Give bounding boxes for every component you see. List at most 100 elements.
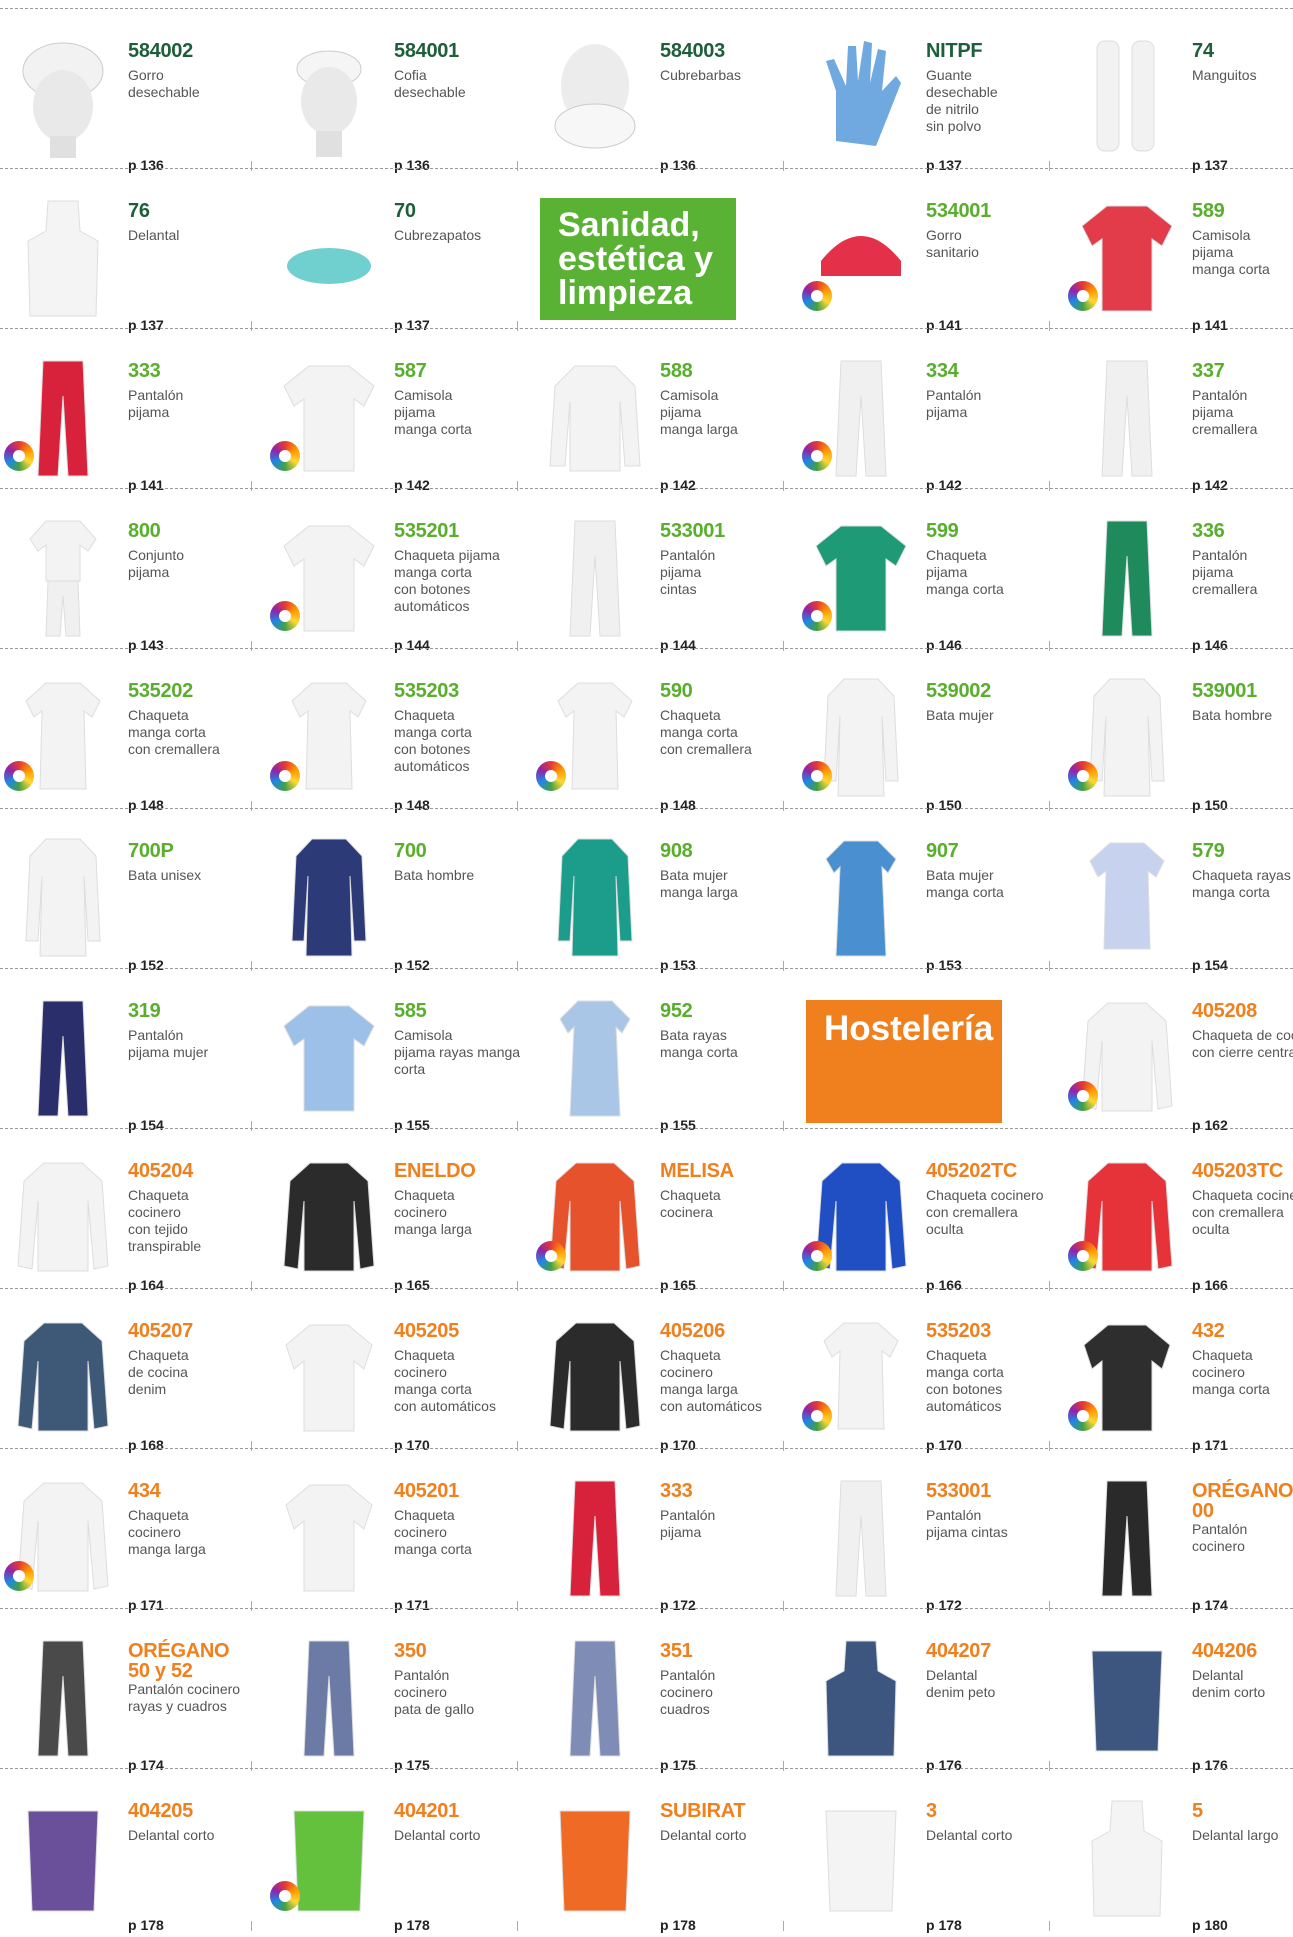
- product-description: Manguitos: [1192, 67, 1257, 83]
- product-card[interactable]: 539002 Bata mujer p 150: [798, 649, 1064, 813]
- catalog-row: 333 Pantalón pijama p 141 587 Camisola pijam…: [0, 328, 1293, 493]
- product-card[interactable]: MELISA Chaqueta cocinera p 165: [532, 1129, 798, 1293]
- product-card[interactable]: 70 Cubrezapatos p 137: [266, 169, 532, 333]
- product-description: Chaqueta de cocina denim: [128, 1347, 189, 1397]
- product-card[interactable]: 405202TC Chaqueta cocinero con cremallera…: [798, 1129, 1064, 1293]
- color-options-icon: [270, 601, 300, 631]
- product-card[interactable]: 800 Conjunto pijama p 143: [0, 489, 266, 653]
- product-card[interactable]: 535203 Chaqueta manga corta con botones a…: [798, 1289, 1064, 1453]
- product-card[interactable]: 908 Bata mujer manga larga p 153: [532, 809, 798, 973]
- product-card[interactable]: 907 Bata mujer manga corta p 153: [798, 809, 1064, 973]
- product-card[interactable]: 404205 Delantal corto p 178: [0, 1769, 266, 1933]
- product-code: 533001: [660, 520, 725, 542]
- product-card[interactable]: 952 Bata rayas manga corta p 155: [532, 969, 798, 1133]
- product-card[interactable]: 533001 Pantalón pijama cintas p 144: [532, 489, 798, 653]
- product-card[interactable]: 432 Chaqueta cocinero manga corta p 171: [1064, 1289, 1293, 1453]
- product-card[interactable]: 534001 Gorro sanitario p 141: [798, 169, 1064, 333]
- product-card[interactable]: ENELDO Chaqueta cocinero manga larga p 165: [266, 1129, 532, 1293]
- product-card[interactable]: 579 Chaqueta rayas manga corta p 154: [1064, 809, 1293, 973]
- product-card[interactable]: ORÉGANO 50 y 52 Pantalón cocinero rayas y…: [0, 1609, 266, 1773]
- product-card[interactable]: 584003 Cubrebarbas p 136: [532, 9, 798, 173]
- product-card[interactable]: 587 Camisola pijama manga corta p 142: [266, 329, 532, 493]
- product-card[interactable]: 405205 Chaqueta cocinero manga corta con …: [266, 1289, 532, 1453]
- product-card[interactable]: 405206 Chaqueta cocinero manga larga con …: [532, 1289, 798, 1453]
- column-divider: [251, 1921, 252, 1931]
- product-card[interactable]: 350 Pantalón cocinero pata de gallo p 175: [266, 1609, 532, 1773]
- trousers-icon: [540, 511, 650, 641]
- product-card[interactable]: 351 Pantalón cocinero cuadros p 175: [532, 1609, 798, 1773]
- apron-icon: [1072, 1791, 1182, 1921]
- product-card[interactable]: 334 Pantalón pijama p 142: [798, 329, 1064, 493]
- product-description: Chaqueta cocinero con tejido transpirabl…: [128, 1187, 202, 1254]
- trousers-icon: [1072, 511, 1182, 641]
- product-card[interactable]: 336 Pantalón pijama cremallera p 146: [1064, 489, 1293, 653]
- product-code: 404205: [128, 1800, 193, 1822]
- head-cap-icon: [274, 31, 384, 161]
- product-description: Pantalón cocinero pata de gallo: [394, 1667, 475, 1717]
- product-card[interactable]: 700P Bata unisex p 152: [0, 809, 266, 973]
- product-card[interactable]: 5 Delantal largo p 180: [1064, 1769, 1293, 1933]
- product-code: 599: [926, 520, 959, 542]
- product-code: ORÉGANO 50 y 52: [128, 1640, 230, 1682]
- product-code: 333: [660, 1480, 693, 1502]
- product-card[interactable]: 405208 Chaqueta de coci con cierre centra…: [1064, 969, 1293, 1133]
- product-description: Chaqueta manga corta con botones automát…: [394, 707, 472, 774]
- product-card[interactable]: 405203TC Chaqueta cociner con cremallera …: [1064, 1129, 1293, 1293]
- product-card[interactable]: 535202 Chaqueta manga corta con cremaller…: [0, 649, 266, 813]
- product-card[interactable]: 700 Bata hombre p 152: [266, 809, 532, 973]
- product-card[interactable]: NITPF Guante desechable de nitrilo sin po…: [798, 9, 1064, 173]
- product-card[interactable]: 535201 Chaqueta pijama manga corta con bo…: [266, 489, 532, 653]
- product-description: Chaqueta cocinero con cremallera oculta: [926, 1187, 1044, 1237]
- product-description: Pantalón pijama: [660, 1507, 716, 1540]
- catalog-row: 405204 Chaqueta cocinero con tejido trans…: [0, 1128, 1293, 1293]
- catalog-row: 404205 Delantal corto p 178 404201 Delantal …: [0, 1768, 1293, 1933]
- product-card[interactable]: 404207 Delantal denim peto p 176: [798, 1609, 1064, 1773]
- product-card[interactable]: 590 Chaqueta manga corta con cremallera p …: [532, 649, 798, 813]
- trousers-icon: [540, 1471, 650, 1601]
- product-card[interactable]: 405201 Chaqueta cocinero manga corta p 171: [266, 1449, 532, 1613]
- product-card[interactable]: 404201 Delantal corto p 178: [266, 1769, 532, 1933]
- product-card[interactable]: 337 Pantalón pijama cremallera p 142: [1064, 329, 1293, 493]
- color-options-icon: [270, 441, 300, 471]
- product-code: 584002: [128, 40, 193, 62]
- lab-coat-icon: [274, 831, 384, 961]
- product-card[interactable]: 333 Pantalón pijama p 172: [532, 1449, 798, 1613]
- page-reference: p 178: [394, 1917, 430, 1933]
- product-code: 533001: [926, 1480, 991, 1502]
- product-card[interactable]: 405204 Chaqueta cocinero con tejido trans…: [0, 1129, 266, 1293]
- product-code: 334: [926, 360, 959, 382]
- product-code: ORÉGANO 00: [1192, 1480, 1293, 1522]
- product-card[interactable]: 404206 Delantal denim corto p 176: [1064, 1609, 1293, 1773]
- product-card[interactable]: 405207 Chaqueta de cocina denim p 168: [0, 1289, 266, 1453]
- product-card[interactable]: 585 Camisola pijama rayas manga corta p 15…: [266, 969, 532, 1133]
- product-card[interactable]: SUBIRAT Delantal corto p 178: [532, 1769, 798, 1933]
- product-card[interactable]: 76 Delantal p 137: [0, 169, 266, 333]
- product-code: 589: [1192, 200, 1225, 222]
- product-card[interactable]: 584002 Gorro desechable p 136: [0, 9, 266, 173]
- product-card[interactable]: 319 Pantalón pijama mujer p 154: [0, 969, 266, 1133]
- color-options-icon: [1068, 1081, 1098, 1111]
- product-card[interactable]: 533001 Pantalón pijama cintas p 172: [798, 1449, 1064, 1613]
- column-divider: [1049, 1921, 1050, 1931]
- product-description: Chaqueta rayas manga corta: [1192, 867, 1291, 900]
- product-card[interactable]: 333 Pantalón pijama p 141: [0, 329, 266, 493]
- waist-apron-icon: [8, 1791, 118, 1921]
- product-card[interactable]: 589 Camisola pijama manga corta p 141: [1064, 169, 1293, 333]
- product-description: Chaqueta de coci con cierre centra: [1192, 1027, 1293, 1060]
- chef-jacket-short-icon: [274, 1311, 384, 1441]
- product-card[interactable]: 74 Manguitos p 137: [1064, 9, 1293, 173]
- dress-coat-icon: [806, 831, 916, 961]
- product-card[interactable]: 599 Chaqueta pijama manga corta p 146: [798, 489, 1064, 653]
- product-description: Cubrebarbas: [660, 67, 741, 83]
- product-card[interactable]: 535203 Chaqueta manga corta con botones a…: [266, 649, 532, 813]
- product-card[interactable]: 584001 Cofia desechable p 136: [266, 9, 532, 173]
- trousers-icon: [540, 1631, 650, 1761]
- product-card[interactable]: ORÉGANO 00 Pantalón cocinero p 174: [1064, 1449, 1293, 1613]
- color-options-icon: [1068, 1401, 1098, 1431]
- product-card[interactable]: 588 Camisola pijama manga larga p 142: [532, 329, 798, 493]
- product-card[interactable]: 3 Delantal corto p 178: [798, 1769, 1064, 1933]
- product-code: 590: [660, 680, 693, 702]
- product-code: 405201: [394, 1480, 459, 1502]
- product-card[interactable]: 434 Chaqueta cocinero manga larga p 171: [0, 1449, 266, 1613]
- product-card[interactable]: 539001 Bata hombre p 150: [1064, 649, 1293, 813]
